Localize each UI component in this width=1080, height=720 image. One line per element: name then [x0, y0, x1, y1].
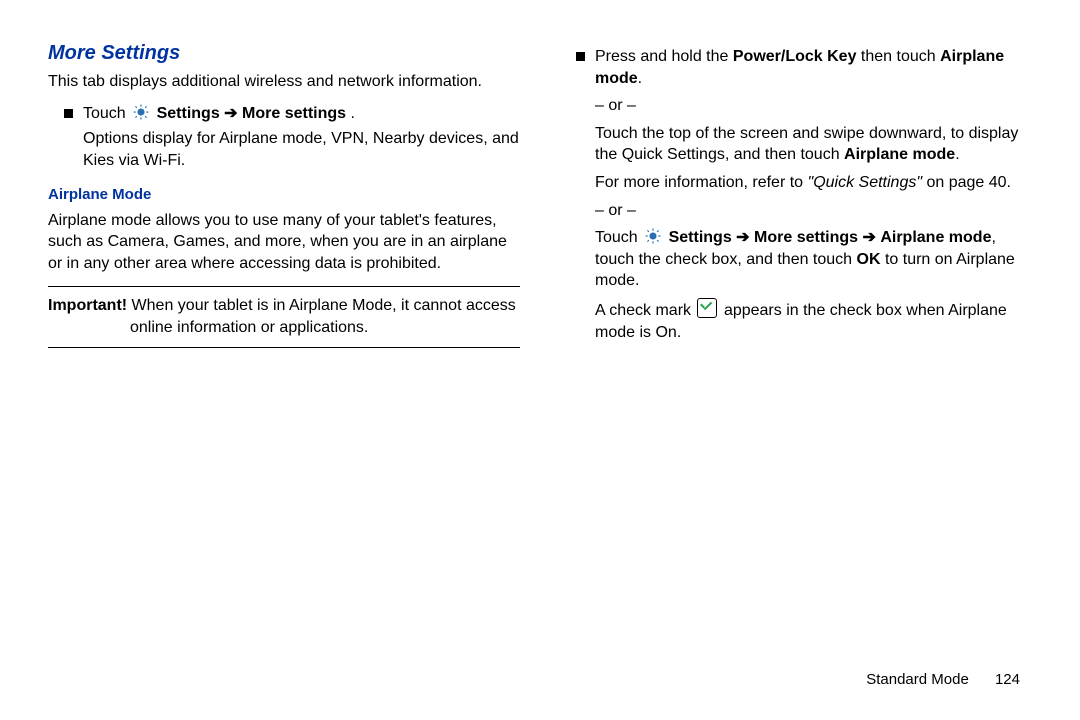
footer-mode: Standard Mode — [866, 671, 969, 688]
important-callout: Important! When your tablet is in Airpla… — [48, 286, 520, 347]
r-b1-mid: then touch — [856, 48, 940, 65]
arrow-icon: ➔ — [732, 229, 754, 246]
page-number: 124 — [995, 671, 1020, 688]
airplane-description: Airplane mode allows you to use many of … — [48, 210, 520, 275]
bullet-end: . — [351, 105, 355, 122]
path-more-settings: More settings — [754, 229, 858, 246]
ok-label: OK — [857, 251, 881, 268]
r-p3c: on page 40. — [922, 174, 1011, 191]
settings-gear-icon — [644, 227, 662, 245]
airplane-mode-label: Airplane mode — [844, 146, 955, 163]
subheading-airplane: Airplane Mode — [48, 185, 520, 205]
arrow-icon: ➔ — [858, 229, 880, 246]
square-bullet-icon — [576, 52, 585, 61]
r-b1-pre: Press and hold the — [595, 48, 733, 65]
quick-settings-ref: "Quick Settings" — [808, 174, 923, 191]
r-b1-end: . — [638, 70, 642, 87]
left-column: More Settings This tab displays addition… — [48, 40, 520, 348]
intro-text: This tab displays additional wireless an… — [48, 71, 520, 93]
important-label: Important! — [48, 297, 127, 314]
path-more-settings: More settings — [242, 105, 346, 122]
bullet-item: Press and hold the Power/Lock Key then t… — [576, 46, 1032, 343]
path-settings: Settings — [157, 105, 220, 122]
r-p3a: For more information, refer to — [595, 174, 808, 191]
path-airplane-mode: Airplane mode — [880, 229, 991, 246]
bullet-line2: Options display for Airplane mode, VPN, … — [83, 128, 520, 171]
important-text: When your tablet is in Airplane Mode, it… — [127, 297, 516, 336]
settings-gear-icon — [132, 103, 150, 121]
or-divider: – or – — [595, 95, 1032, 117]
r-p2c: . — [955, 146, 959, 163]
checkmark-icon — [697, 298, 717, 318]
section-heading: More Settings — [48, 40, 520, 67]
or-divider: – or – — [595, 200, 1032, 222]
bullet-item: Touch Settings ➔ More settings . Options… — [64, 103, 520, 172]
square-bullet-icon — [64, 109, 73, 118]
r-p5a: A check mark — [595, 302, 695, 319]
right-column: Press and hold the Power/Lock Key then t… — [560, 40, 1032, 348]
power-lock-key: Power/Lock Key — [733, 48, 857, 65]
page-footer: Standard Mode 124 — [866, 670, 1020, 690]
arrow-icon: ➔ — [224, 105, 242, 122]
path-settings: Settings — [669, 229, 732, 246]
bullet-prefix: Touch — [83, 105, 130, 122]
r-p4-pre: Touch — [595, 229, 642, 246]
